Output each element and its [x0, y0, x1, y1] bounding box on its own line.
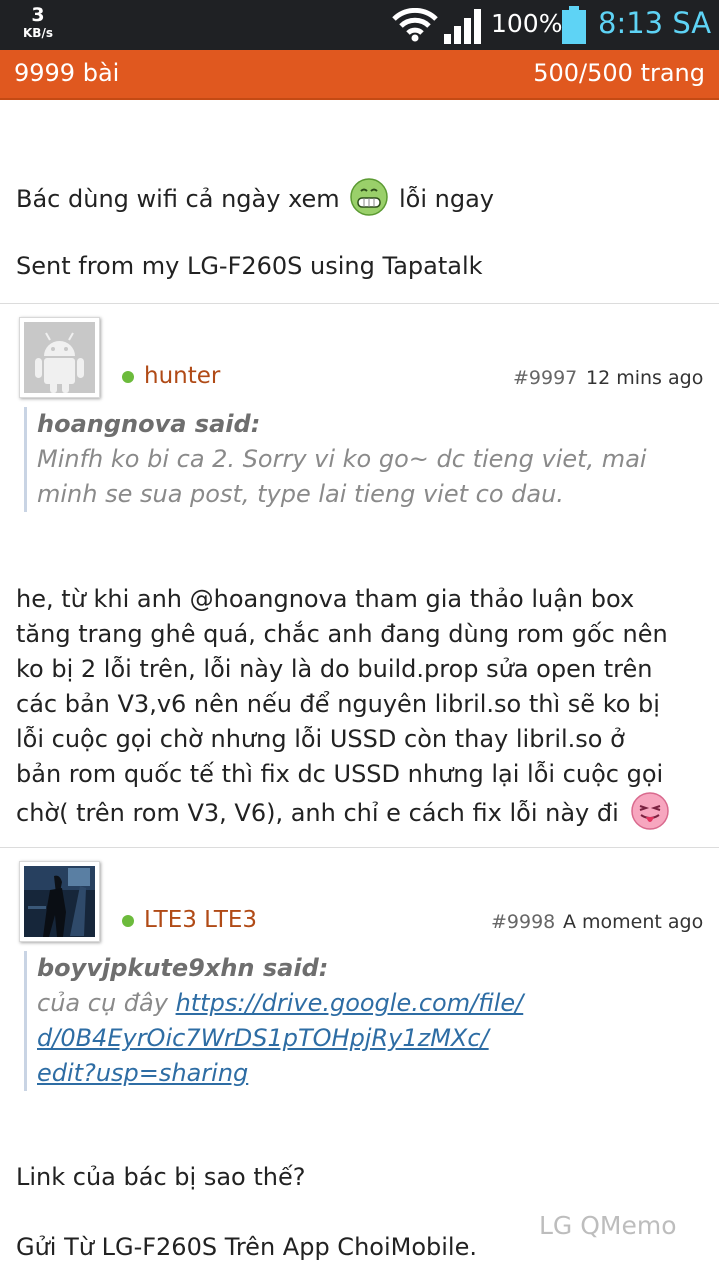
- photo-avatar-icon: [24, 866, 95, 937]
- tongue-emoji-icon: [631, 792, 670, 830]
- online-status-dot: [122, 915, 134, 927]
- post-body-line: chờ( trên rom V3, V6), anh chỉ e cách fi…: [16, 799, 619, 827]
- network-speed-value: 3: [31, 4, 45, 26]
- quote-author: hoangnova said:: [37, 410, 261, 438]
- battery-percent: 100%: [491, 9, 563, 38]
- quote-block: hoangnova said: Minfh ko bi ca 2. Sorry …: [24, 407, 684, 512]
- quote-line: minh se sua post, type lai tieng viet co…: [37, 480, 564, 508]
- network-speed-unit: KB/s: [23, 26, 53, 40]
- post-divider: [0, 303, 719, 304]
- network-speed: 3 KB/s: [16, 4, 60, 40]
- online-status-dot: [122, 371, 134, 383]
- wifi-icon: [392, 8, 438, 42]
- drive-link[interactable]: https://drive.google.com/file/: [176, 989, 524, 1017]
- post-body-line: các bản V3,v6 nên nếu để nguyên libril.s…: [16, 690, 660, 718]
- post-body-text: Bác dùng wifi cả ngày xem: [16, 185, 340, 213]
- status-bar: 3 KB/s 100% 8:13 SA: [0, 0, 719, 50]
- post-number: #9997: [513, 367, 578, 389]
- battery-icon: [562, 6, 586, 44]
- post-divider: [0, 847, 719, 848]
- post-body-text-2: lỗi ngay: [398, 185, 494, 213]
- page-indicator[interactable]: 500/500 trang: [533, 59, 705, 87]
- post-time: A moment ago: [563, 911, 704, 933]
- post-body-line: lỗi cuộc gọi chờ nhưng lỗi USSD còn thay…: [16, 725, 625, 753]
- thread-header: 9999 bài 500/500 trang: [0, 50, 719, 100]
- qmemo-watermark: LG QMemo: [539, 1211, 677, 1240]
- drive-link[interactable]: edit?usp=sharing: [37, 1059, 248, 1087]
- post-signature: Sent from my LG-F260S using Tapatalk: [16, 252, 483, 280]
- post-count: 9999 bài: [14, 59, 120, 87]
- android-avatar-icon: [24, 322, 95, 393]
- quote-line: Minfh ko bi ca 2. Sorry vi ko go~ dc tie…: [37, 445, 647, 473]
- quote-block: boyvjpkute9xhn said: của cụ đây https://…: [24, 951, 684, 1091]
- post-body-line: bản rom quốc tế thì fix dc USSD nhưng lạ…: [16, 760, 664, 788]
- post-username[interactable]: LTE3 LTE3: [144, 907, 257, 933]
- quote-author: boyvjpkute9xhn said:: [37, 954, 329, 982]
- avatar[interactable]: [19, 861, 100, 942]
- status-clock: 8:13 SA: [598, 6, 712, 40]
- post-body: he, từ khi anh @hoangnova tham gia thảo …: [16, 582, 670, 831]
- post-signature: Gửi Từ LG-F260S Trên App ChoiMobile.: [16, 1233, 477, 1261]
- post-body: Bác dùng wifi cả ngày xem lỗi ngay: [16, 178, 494, 217]
- post-body-line: ko bị 2 lỗi trên, lỗi này là do build.pr…: [16, 655, 653, 683]
- post-body-line: tăng trang ghê quá, chắc anh đang dùng r…: [16, 620, 668, 648]
- drive-link[interactable]: d/0B4EyrOic7WrDS1pTOHpjRy1zMXc/: [37, 1024, 489, 1052]
- post-time: 12 mins ago: [586, 367, 704, 389]
- post-number: #9998: [491, 911, 556, 933]
- post-username[interactable]: hunter: [144, 363, 220, 389]
- post-body-line: he, từ khi anh @hoangnova tham gia thảo …: [16, 585, 635, 613]
- signal-icon: [444, 9, 481, 44]
- post-body-line: Link của bác bị sao thế?: [16, 1163, 306, 1191]
- grin-emoji-icon: [350, 178, 389, 216]
- avatar[interactable]: [19, 317, 100, 398]
- quote-text: của cụ đây: [37, 989, 168, 1017]
